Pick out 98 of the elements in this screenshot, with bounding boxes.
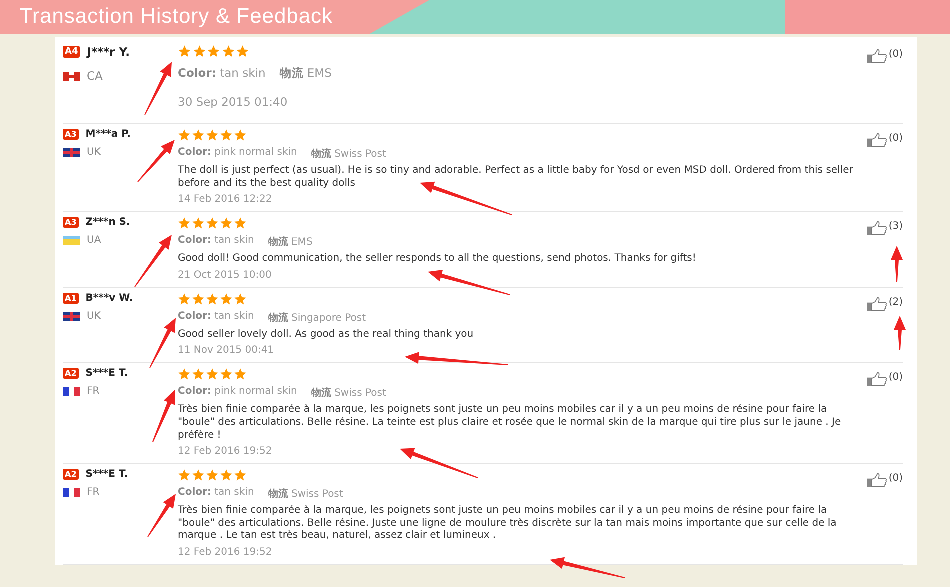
star-icon (192, 292, 205, 306)
review-text: Très bien finie comparée à la marque, les poignets sont juste un peu moins mobiles car il y a un peu moins de résine pour faire la "boule" des articulations. Belle résine. La teinte est plus claire et rosée que le normal skin de la marque qui tire plus sur le jaune . Je préfère ! (178, 404, 842, 442)
shipping-info: 物流 Swiss Post (311, 386, 386, 400)
like-button[interactable]: (0) (866, 473, 903, 488)
annotation-arrow (134, 235, 172, 288)
star-icon (222, 45, 235, 58)
annotation-arrow (152, 390, 176, 442)
flag-icon (63, 72, 80, 80)
color-info: Color: pink normal skin (178, 386, 298, 400)
level-badge: A3 (63, 129, 79, 140)
star-icon (178, 469, 191, 482)
like-button[interactable]: (0) (866, 133, 903, 147)
star-icon (220, 368, 233, 382)
star-icon (206, 129, 219, 142)
star-icon (234, 217, 247, 230)
star-icon (192, 217, 205, 230)
like-button[interactable]: (0) (866, 49, 903, 63)
section-title: Transaction History & Feedback (20, 5, 334, 29)
like-button[interactable]: (3) (866, 221, 903, 236)
like-button[interactable]: (0) (866, 372, 903, 386)
country-code: UK (87, 310, 101, 322)
annotation-arrow (150, 318, 176, 368)
star-icon (234, 129, 247, 142)
thumbs-up-icon (866, 372, 888, 388)
color-info: Color: tan skin (178, 235, 254, 248)
color-info: Color: pink normal skin (178, 147, 298, 160)
star-icon (178, 217, 191, 230)
star-icon (178, 368, 191, 382)
shipping-info: 物流 Swiss Post (311, 147, 386, 161)
shipping-info: 物流 EMS (268, 235, 313, 250)
buyer-name: S***E T. (86, 368, 128, 380)
review-date: 11 Nov 2015 00:41 (178, 345, 274, 356)
review-date: 30 Sep 2015 01:40 (178, 94, 288, 108)
country-code: FR (87, 386, 100, 398)
star-icon (192, 45, 206, 58)
annotation-arrow (148, 494, 176, 538)
star-icon (234, 292, 247, 306)
star-icon (206, 217, 219, 230)
star-icon (192, 129, 205, 142)
star-icon (192, 469, 205, 482)
review-text: Good seller lovely doll. As good as the real thing thank you (178, 328, 475, 342)
shipping-info: 物流 EMS (280, 66, 332, 80)
flag-icon (63, 488, 80, 498)
buyer-name: B***v W. (86, 292, 134, 304)
buyer-name: M***a P. (86, 129, 131, 140)
country-code: UA (87, 235, 102, 246)
star-icon (220, 469, 233, 482)
review-text: The doll is just perfect (as usual). He is so tiny and adorable. Perfect as a little baby for Yosd or even MSD doll. Ordered from this seller before and its the best quality dolls (178, 165, 854, 190)
color-info: Color: tan skin (178, 487, 254, 500)
thumbs-up-icon (866, 133, 888, 148)
star-icon (207, 45, 220, 58)
star-icon (236, 45, 250, 58)
review-text: Très bien finie comparée à la marque, les poignets sont juste un peu moins mobiles car il y a un peu moins de résine pour faire la "boule" des articulations. Belle résine. Juste une ligne de moulure très discrète sur la tan mais moins importante que sur celle de la marque . Le tan est très beau, naturel, assez clair et lumineux . (178, 505, 838, 543)
thumbs-up-icon (866, 296, 888, 312)
star-icon (178, 129, 191, 142)
star-icon (192, 368, 205, 382)
annotation-arrow (144, 62, 172, 116)
annotation-arrow (894, 316, 906, 350)
country-code: CA (87, 69, 103, 83)
country-code: UK (87, 147, 101, 158)
star-icon (206, 469, 219, 482)
star-icon (234, 469, 247, 482)
flag-icon (63, 148, 80, 157)
thumbs-up-icon (866, 473, 888, 488)
color-info: Color: tan skin (178, 66, 266, 80)
buyer-name: Z***n S. (86, 217, 130, 228)
shipping-info: 物流 Swiss Post (268, 487, 344, 502)
star-icon (220, 292, 233, 306)
level-badge: A2 (63, 469, 79, 480)
thumbs-up-icon (866, 49, 888, 64)
level-badge: A2 (63, 368, 79, 380)
annotation-arrow (138, 140, 175, 182)
level-badge: A4 (63, 46, 80, 58)
country-code: FR (87, 487, 100, 498)
review-date: 21 Oct 2015 10:00 (178, 270, 272, 281)
shipping-info: 物流 Singapore Post (268, 311, 366, 325)
flag-icon (63, 387, 80, 396)
color-info: Color: tan skin (178, 310, 254, 324)
review-date: 12 Feb 2016 19:52 (178, 446, 272, 458)
like-button[interactable]: (2) (866, 296, 903, 311)
star-icon (178, 292, 191, 306)
review-date: 14 Feb 2016 12:22 (178, 194, 272, 206)
buyer-name: J***r Y. (87, 45, 130, 59)
buyer-name: S***E T. (86, 469, 128, 480)
star-icon (178, 45, 192, 58)
level-badge: A3 (63, 217, 79, 228)
star-icon (206, 368, 219, 382)
review-date: 12 Feb 2016 19:52 (178, 546, 272, 558)
flag-icon (63, 312, 80, 321)
level-badge: A1 (63, 292, 79, 304)
star-icon (234, 368, 247, 382)
annotation-arrow (891, 246, 903, 282)
star-icon (206, 292, 219, 306)
flag-icon (63, 236, 80, 246)
thumbs-up-icon (866, 221, 888, 236)
review-text: Good doll! Good communication, the seller responds to all the questions, send photos. Thanks for gifts! (178, 253, 698, 266)
star-icon (220, 129, 233, 142)
star-icon (220, 217, 233, 230)
